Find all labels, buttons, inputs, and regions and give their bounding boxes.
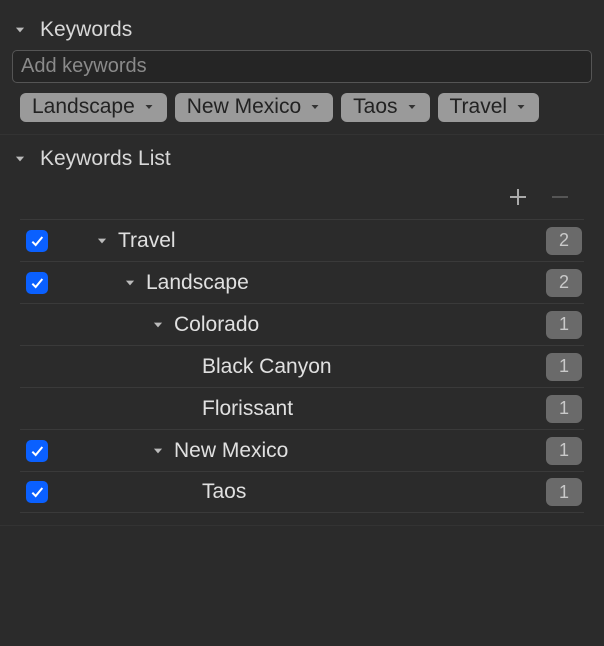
- keyword-checkbox[interactable]: [26, 230, 48, 252]
- keyword-tag-label: Landscape: [32, 95, 135, 119]
- keyword-checkbox[interactable]: [26, 440, 48, 462]
- chevron-down-icon: [12, 22, 28, 38]
- keywords-list-section: Keywords List Travel2Landscape2Colorado1…: [0, 135, 604, 526]
- keyword-tag[interactable]: New Mexico: [175, 93, 333, 122]
- keywords-tree: Travel2Landscape2Colorado1Black Canyon1F…: [10, 219, 594, 513]
- tree-row[interactable]: Landscape2: [20, 261, 584, 303]
- keywords-list-title: Keywords List: [40, 147, 171, 171]
- tree-row-label: Black Canyon: [198, 355, 546, 379]
- chevron-down-icon: [406, 95, 418, 119]
- tree-row-label: Taos: [198, 480, 546, 504]
- keyword-tags: Landscape New Mexico Taos Travel: [10, 93, 594, 122]
- tree-row[interactable]: Black Canyon1: [20, 345, 584, 387]
- tree-row[interactable]: Taos1: [20, 471, 584, 513]
- add-keywords-input[interactable]: [12, 50, 592, 83]
- tree-row-label: New Mexico: [170, 439, 546, 463]
- keywords-header[interactable]: Keywords: [10, 10, 594, 50]
- count-badge: 1: [546, 437, 582, 465]
- count-badge: 2: [546, 227, 582, 255]
- tree-row-label: Travel: [114, 229, 546, 253]
- plus-icon[interactable]: [506, 185, 530, 209]
- count-badge: 2: [546, 269, 582, 297]
- keyword-tag-label: Taos: [353, 95, 397, 119]
- chevron-down-icon: [515, 95, 527, 119]
- count-badge: 1: [546, 478, 582, 506]
- tree-row[interactable]: Florissant1: [20, 387, 584, 429]
- tree-row[interactable]: Colorado1: [20, 303, 584, 345]
- count-badge: 1: [546, 395, 582, 423]
- chevron-down-icon[interactable]: [90, 234, 114, 248]
- keyword-tag-label: Travel: [450, 95, 508, 119]
- keywords-list-header[interactable]: Keywords List: [10, 139, 594, 179]
- chevron-down-icon: [143, 95, 155, 119]
- chevron-down-icon[interactable]: [146, 318, 170, 332]
- keyword-checkbox[interactable]: [26, 481, 48, 503]
- keyword-tag-label: New Mexico: [187, 95, 301, 119]
- chevron-down-icon[interactable]: [146, 444, 170, 458]
- tree-row-label: Colorado: [170, 313, 546, 337]
- tree-row[interactable]: New Mexico1: [20, 429, 584, 471]
- keyword-tag[interactable]: Travel: [438, 93, 540, 122]
- keywords-section: Keywords Landscape New Mexico Taos Travel: [0, 6, 604, 135]
- tree-row-label: Landscape: [142, 271, 546, 295]
- count-badge: 1: [546, 311, 582, 339]
- chevron-down-icon: [309, 95, 321, 119]
- chevron-down-icon: [12, 151, 28, 167]
- keyword-checkbox[interactable]: [26, 272, 48, 294]
- keyword-tag[interactable]: Taos: [341, 93, 429, 122]
- tree-row[interactable]: Travel2: [20, 219, 584, 261]
- tree-row-label: Florissant: [198, 397, 546, 421]
- keyword-tag[interactable]: Landscape: [20, 93, 167, 122]
- chevron-down-icon[interactable]: [118, 276, 142, 290]
- minus-icon[interactable]: [548, 185, 572, 209]
- keywords-title: Keywords: [40, 18, 132, 42]
- count-badge: 1: [546, 353, 582, 381]
- keywords-list-toolbar: [10, 179, 594, 219]
